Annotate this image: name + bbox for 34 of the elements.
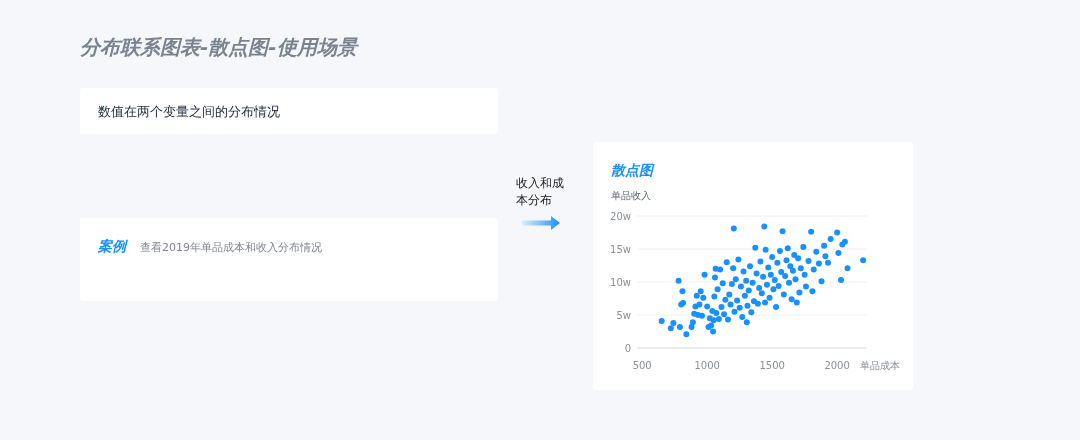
page-title: 分布联系图表-散点图-使用场景 bbox=[80, 34, 360, 61]
data-point bbox=[818, 278, 825, 285]
data-point bbox=[735, 256, 742, 263]
axis-tick-label: 1500 bbox=[759, 360, 785, 371]
axis-tick-label: 10w bbox=[610, 277, 631, 288]
data-point bbox=[761, 223, 768, 230]
arrow-label: 收入和成本分布 bbox=[516, 175, 565, 210]
example-label: 案例 bbox=[98, 237, 126, 256]
data-point bbox=[808, 228, 815, 235]
axis-tick-label: 1000 bbox=[694, 360, 720, 371]
example-text: 查看2019年单品成本和收入分布情况 bbox=[140, 240, 322, 256]
description-card: 数值在两个变量之间的分布情况 bbox=[80, 88, 498, 134]
axis-tick-label: 500 bbox=[632, 360, 652, 371]
y-axis-title: 单品收入 bbox=[610, 189, 652, 201]
data-point bbox=[773, 304, 780, 311]
axis-tick-label: 20w bbox=[610, 211, 631, 222]
data-point bbox=[779, 228, 786, 235]
data-point bbox=[860, 257, 867, 264]
axis-tick-label: 5w bbox=[616, 310, 631, 321]
axis-tick-label: 0 bbox=[624, 343, 631, 354]
x-axis-title: 单品成本 bbox=[860, 360, 900, 371]
data-point bbox=[800, 244, 807, 250]
data-point bbox=[730, 225, 737, 232]
arrow-icon bbox=[522, 215, 560, 230]
data-point bbox=[679, 288, 686, 295]
data-point bbox=[752, 244, 759, 251]
data-point bbox=[675, 277, 682, 284]
axis-tick-label: 2000 bbox=[824, 360, 850, 371]
axis-tick-label: 15w bbox=[610, 244, 631, 255]
chart-title: 散点图 bbox=[610, 161, 656, 180]
data-point bbox=[658, 317, 665, 324]
data-point bbox=[844, 265, 851, 272]
data-point bbox=[838, 277, 844, 283]
data-point bbox=[701, 271, 708, 278]
